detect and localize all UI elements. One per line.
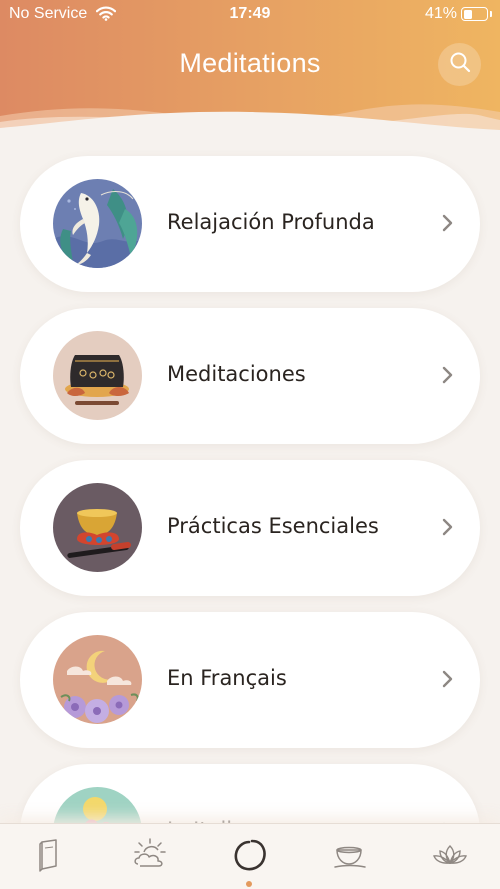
tab-lotus[interactable]: [432, 838, 468, 872]
category-card-relajacion-profunda[interactable]: Relajación Profunda: [20, 156, 480, 292]
enso-circle-icon: [232, 839, 268, 876]
tab-sun-cloud[interactable]: [132, 838, 168, 872]
lotus-icon: [432, 845, 468, 876]
book-icon: [37, 839, 61, 876]
singing-bowl-illustration: [53, 483, 142, 572]
chevron-right-icon: [441, 214, 453, 237]
battery-percent: 41%: [425, 5, 458, 22]
battery-cap: [490, 11, 492, 17]
chevron-right-icon: [441, 670, 453, 693]
tab-tea[interactable]: [332, 838, 368, 872]
koi-fish-illustration: [53, 179, 142, 268]
battery-icon: [461, 7, 488, 21]
category-card-en-francais[interactable]: En Français: [20, 612, 480, 748]
moon-and-flowers-illustration: [53, 635, 142, 724]
page-title: Meditations: [179, 48, 321, 78]
chevron-right-icon: [441, 366, 453, 389]
ornate-cushion-illustration: [53, 331, 142, 420]
tab-meditations[interactable]: [232, 838, 268, 872]
search-icon: [449, 51, 471, 78]
header: No Service 17:49 41% Meditations: [0, 0, 500, 140]
category-card-meditaciones[interactable]: Meditaciones: [20, 308, 480, 444]
chevron-right-icon: [441, 518, 453, 541]
search-button[interactable]: [438, 43, 481, 86]
tab-bar: [0, 823, 500, 889]
category-label: Relajación Profunda: [167, 210, 375, 234]
category-label: En Français: [167, 666, 287, 690]
category-card-practicas-esenciales[interactable]: Prácticas Esenciales: [20, 460, 480, 596]
active-tab-indicator: [246, 881, 252, 887]
category-label: Meditaciones: [167, 362, 306, 386]
header-wave-decoration: [0, 104, 500, 140]
sun-behind-cloud-icon: [132, 838, 168, 876]
status-bar: No Service 17:49 41%: [0, 0, 500, 28]
tab-book[interactable]: [37, 838, 61, 872]
category-label: Prácticas Esenciales: [167, 514, 379, 538]
tea-cup-icon: [332, 846, 368, 876]
